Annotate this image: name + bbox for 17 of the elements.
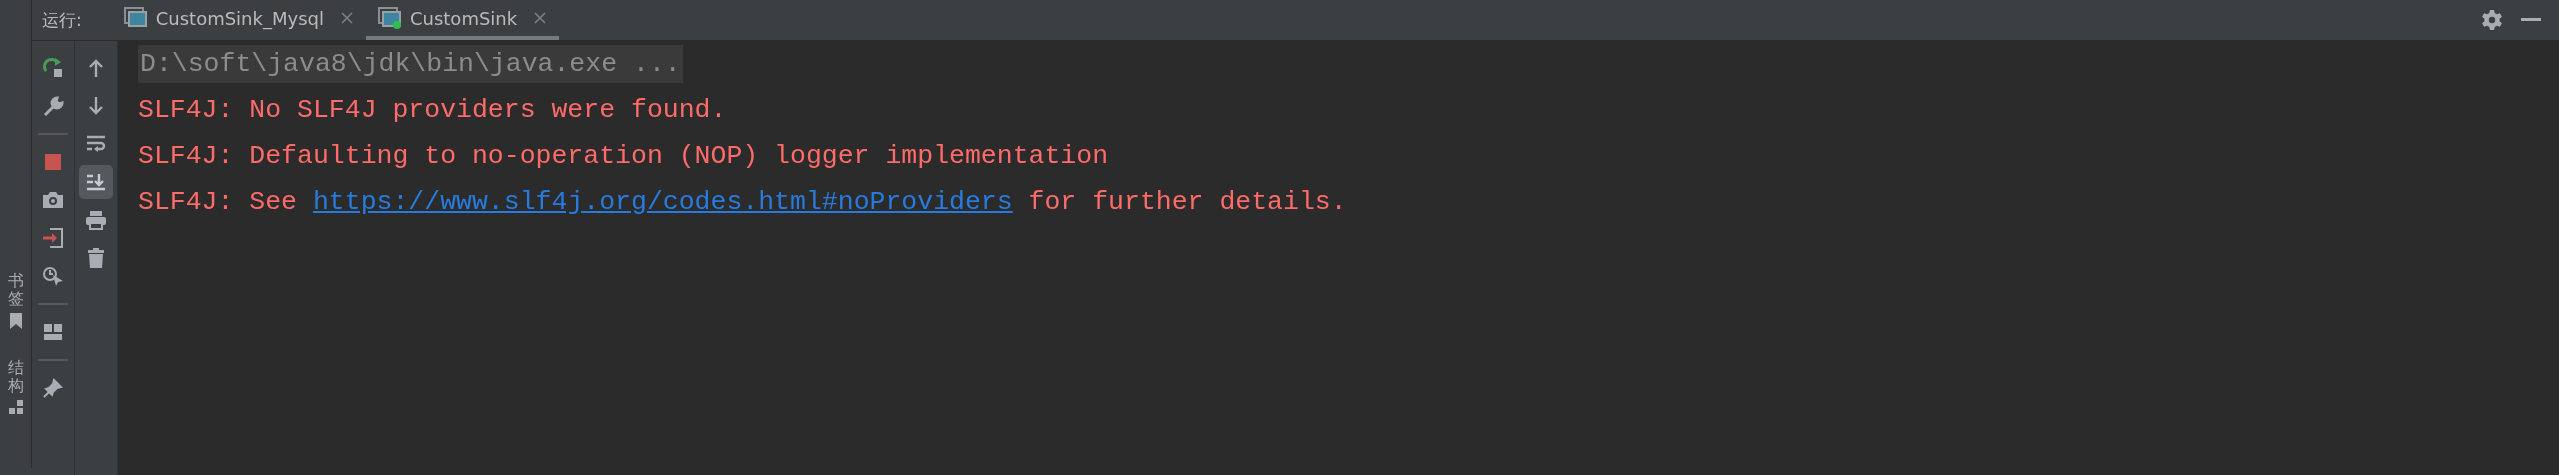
error-message: SLF4J: Defaulting to no-operation (NOP) logger implementation	[138, 141, 1109, 171]
settings-icon[interactable]	[2481, 9, 2503, 31]
side-tab-label[interactable]: 结构	[7, 359, 24, 395]
minimize-icon[interactable]	[2521, 18, 2541, 22]
run-label: 运行:	[42, 8, 82, 32]
close-icon[interactable]	[339, 11, 354, 25]
console-icon	[123, 7, 148, 29]
url-link[interactable]: https://www.slf4j.org/codes.html#noProviders	[312, 187, 1013, 217]
console-icon	[377, 7, 402, 29]
scroll-to-end-icon[interactable]	[79, 165, 113, 199]
error-message: SLF4J: No SLF4J providers were found.	[138, 95, 727, 125]
structure-icon[interactable]	[7, 400, 24, 415]
side-tab-label[interactable]: 书签	[7, 272, 24, 308]
error-message: SLF4J: See https://www.slf4j.org/codes.html#noProviders for further details.	[138, 187, 1347, 217]
run-tab[interactable]: CustomSink_Mysql	[111, 0, 366, 40]
close-icon[interactable]	[533, 11, 548, 25]
bookmark-icon[interactable]	[8, 313, 23, 330]
